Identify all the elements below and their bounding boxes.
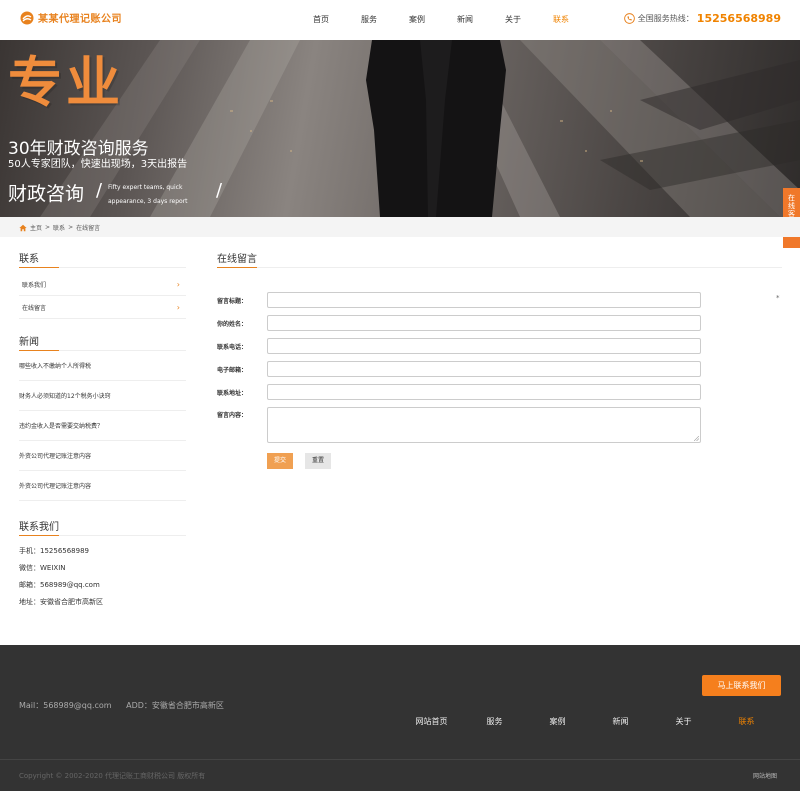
logo[interactable]: 某某代理记账公司	[20, 10, 122, 25]
banner-big-title: 专业	[8, 51, 124, 114]
home-icon	[19, 224, 27, 231]
label-address: 联系地址：	[217, 389, 248, 397]
hotline-number: 15256568989	[696, 12, 781, 25]
sidebar-item-label: 联系我们	[22, 281, 47, 289]
chevron-right-icon: ›	[176, 302, 180, 312]
footer-address: ADD：安徽省合肥市高新区	[126, 701, 224, 710]
hotline-label: 全国服务热线：	[637, 14, 694, 23]
contact-address: 地址：安徽省合肥市高新区	[19, 598, 103, 606]
logo-text: 某某代理记账公司	[38, 14, 122, 25]
label-title: 留言标题：	[217, 297, 248, 305]
sidebar-news-heading: 新闻	[19, 333, 186, 351]
name-input[interactable]	[267, 315, 701, 331]
breadcrumb-home[interactable]: 主页	[30, 223, 42, 232]
sidebar-item-label: 在线留言	[22, 304, 47, 312]
form-row-content: 留言内容：	[217, 407, 701, 443]
breadcrumb-separator: >	[68, 224, 74, 231]
message-textarea[interactable]	[267, 407, 701, 443]
contact-us-now-button[interactable]: 马上联系我们	[702, 675, 781, 696]
hotline: 全国服务热线： 15256568989	[623, 12, 781, 25]
label-phone: 联系电话：	[217, 343, 248, 351]
email-field[interactable]	[267, 361, 701, 377]
banner-english-caption: Fifty expert teams, quick appearance, 3 …	[108, 184, 188, 205]
logo-icon	[20, 11, 34, 24]
phone-icon	[623, 13, 635, 24]
required-mark: *	[776, 294, 780, 302]
nav-cases[interactable]: 案例	[393, 14, 441, 25]
main-nav: 首页 服务 案例 新闻 关于 联系	[297, 14, 585, 25]
form-row-phone: 联系电话：	[217, 338, 701, 354]
form-row-address: 联系地址：	[217, 384, 701, 400]
address-input[interactable]	[267, 384, 701, 400]
nav-contact[interactable]: 联系	[537, 14, 585, 25]
sidebar-item-contact-us[interactable]: 联系我们 ›	[19, 273, 186, 296]
site-header: 某某代理记账公司 首页 服务 案例 新闻 关于 联系 全国服务热线： 15256…	[0, 0, 800, 40]
sidebar-contact-us-heading: 联系我们	[19, 518, 186, 536]
news-item[interactable]: 违约金收入是否需要交纳税费？	[19, 411, 186, 441]
footer-nav-contact[interactable]: 联系	[715, 716, 778, 727]
breadcrumb-separator: >	[45, 224, 51, 231]
copyright: Copyright © 2002-2020 代理记账工商财税公司 版权所有	[19, 772, 206, 780]
breadcrumb-current: 在线留言	[76, 225, 101, 232]
site-footer: 马上联系我们 Mail：568989@qq.com ADD：安徽省合肥市高新区 …	[0, 645, 800, 791]
nav-home[interactable]: 首页	[297, 14, 345, 25]
page-title: 在线留言	[217, 250, 782, 268]
main-content: 在线留言	[217, 250, 782, 268]
nav-services[interactable]: 服务	[345, 14, 393, 25]
sitemap-link[interactable]: 网站地图	[753, 771, 777, 780]
news-item[interactable]: 外资公司代理记账注意内容	[19, 441, 186, 471]
footer-nav: 网站首页 服务 案例 新闻 关于 联系	[400, 716, 778, 727]
reset-button[interactable]: 重置	[305, 453, 331, 469]
footer-nav-home[interactable]: 网站首页	[400, 716, 463, 727]
label-content: 留言内容：	[217, 412, 248, 419]
form-row-email: 电子邮箱：	[217, 361, 701, 377]
contact-mobile: 手机：15256568989	[19, 547, 89, 555]
banner-slash-right: /	[216, 180, 223, 201]
hero-banner: 专业 30年财政咨询服务 50人专家团队，快速出现场，3天出报告 财政咨询 / …	[0, 40, 800, 217]
footer-nav-services[interactable]: 服务	[463, 716, 526, 727]
resize-handle-icon[interactable]	[694, 436, 699, 441]
footer-nav-news[interactable]: 新闻	[589, 716, 652, 727]
contact-email: 邮箱：568989@qq.com	[19, 581, 100, 589]
sidebar-contact-heading: 联系	[19, 250, 186, 268]
contact-wechat: 微信：WEIXIN	[19, 564, 66, 572]
footer-nav-cases[interactable]: 案例	[526, 716, 589, 727]
chevron-right-icon: ›	[176, 279, 180, 289]
footer-contact: Mail：568989@qq.com ADD：安徽省合肥市高新区	[19, 700, 224, 711]
nav-about[interactable]: 关于	[489, 14, 537, 25]
form-row-title: 留言标题：	[217, 292, 701, 308]
news-item[interactable]: 哪些收入不缴纳个人所得税	[19, 351, 186, 381]
label-email: 电子邮箱：	[217, 366, 248, 374]
banner-subline: 50人专家团队，快速出现场，3天出报告	[8, 159, 188, 170]
breadcrumb-bar: 主页 > 联系 > 在线留言	[0, 217, 800, 237]
phone-input[interactable]	[267, 338, 701, 354]
title-input[interactable]	[267, 292, 701, 308]
form-row-name: 你的姓名：	[217, 315, 701, 331]
nav-news[interactable]: 新闻	[441, 14, 489, 25]
sidebar-item-online-message[interactable]: 在线留言 ›	[19, 296, 186, 319]
breadcrumb-contact[interactable]: 联系	[53, 223, 65, 232]
banner-service-title: 财政咨询	[8, 183, 85, 205]
footer-mail: Mail：568989@qq.com	[19, 701, 112, 710]
news-item[interactable]: 外资公司代理记账注意内容	[19, 471, 186, 501]
sidebar: 联系 联系我们 › 在线留言 › 新闻 哪些收入不缴纳个人所得税 财务人必须知道…	[19, 250, 186, 611]
label-name: 你的姓名：	[217, 320, 248, 328]
banner-slash-left: /	[96, 180, 103, 201]
news-item[interactable]: 财务人必须知道的12个税务小诀窍	[19, 381, 186, 411]
footer-nav-about[interactable]: 关于	[652, 716, 715, 727]
submit-button[interactable]: 提交	[267, 453, 293, 469]
footer-divider	[0, 759, 800, 760]
breadcrumb: 主页 > 联系 > 在线留言	[19, 223, 100, 232]
